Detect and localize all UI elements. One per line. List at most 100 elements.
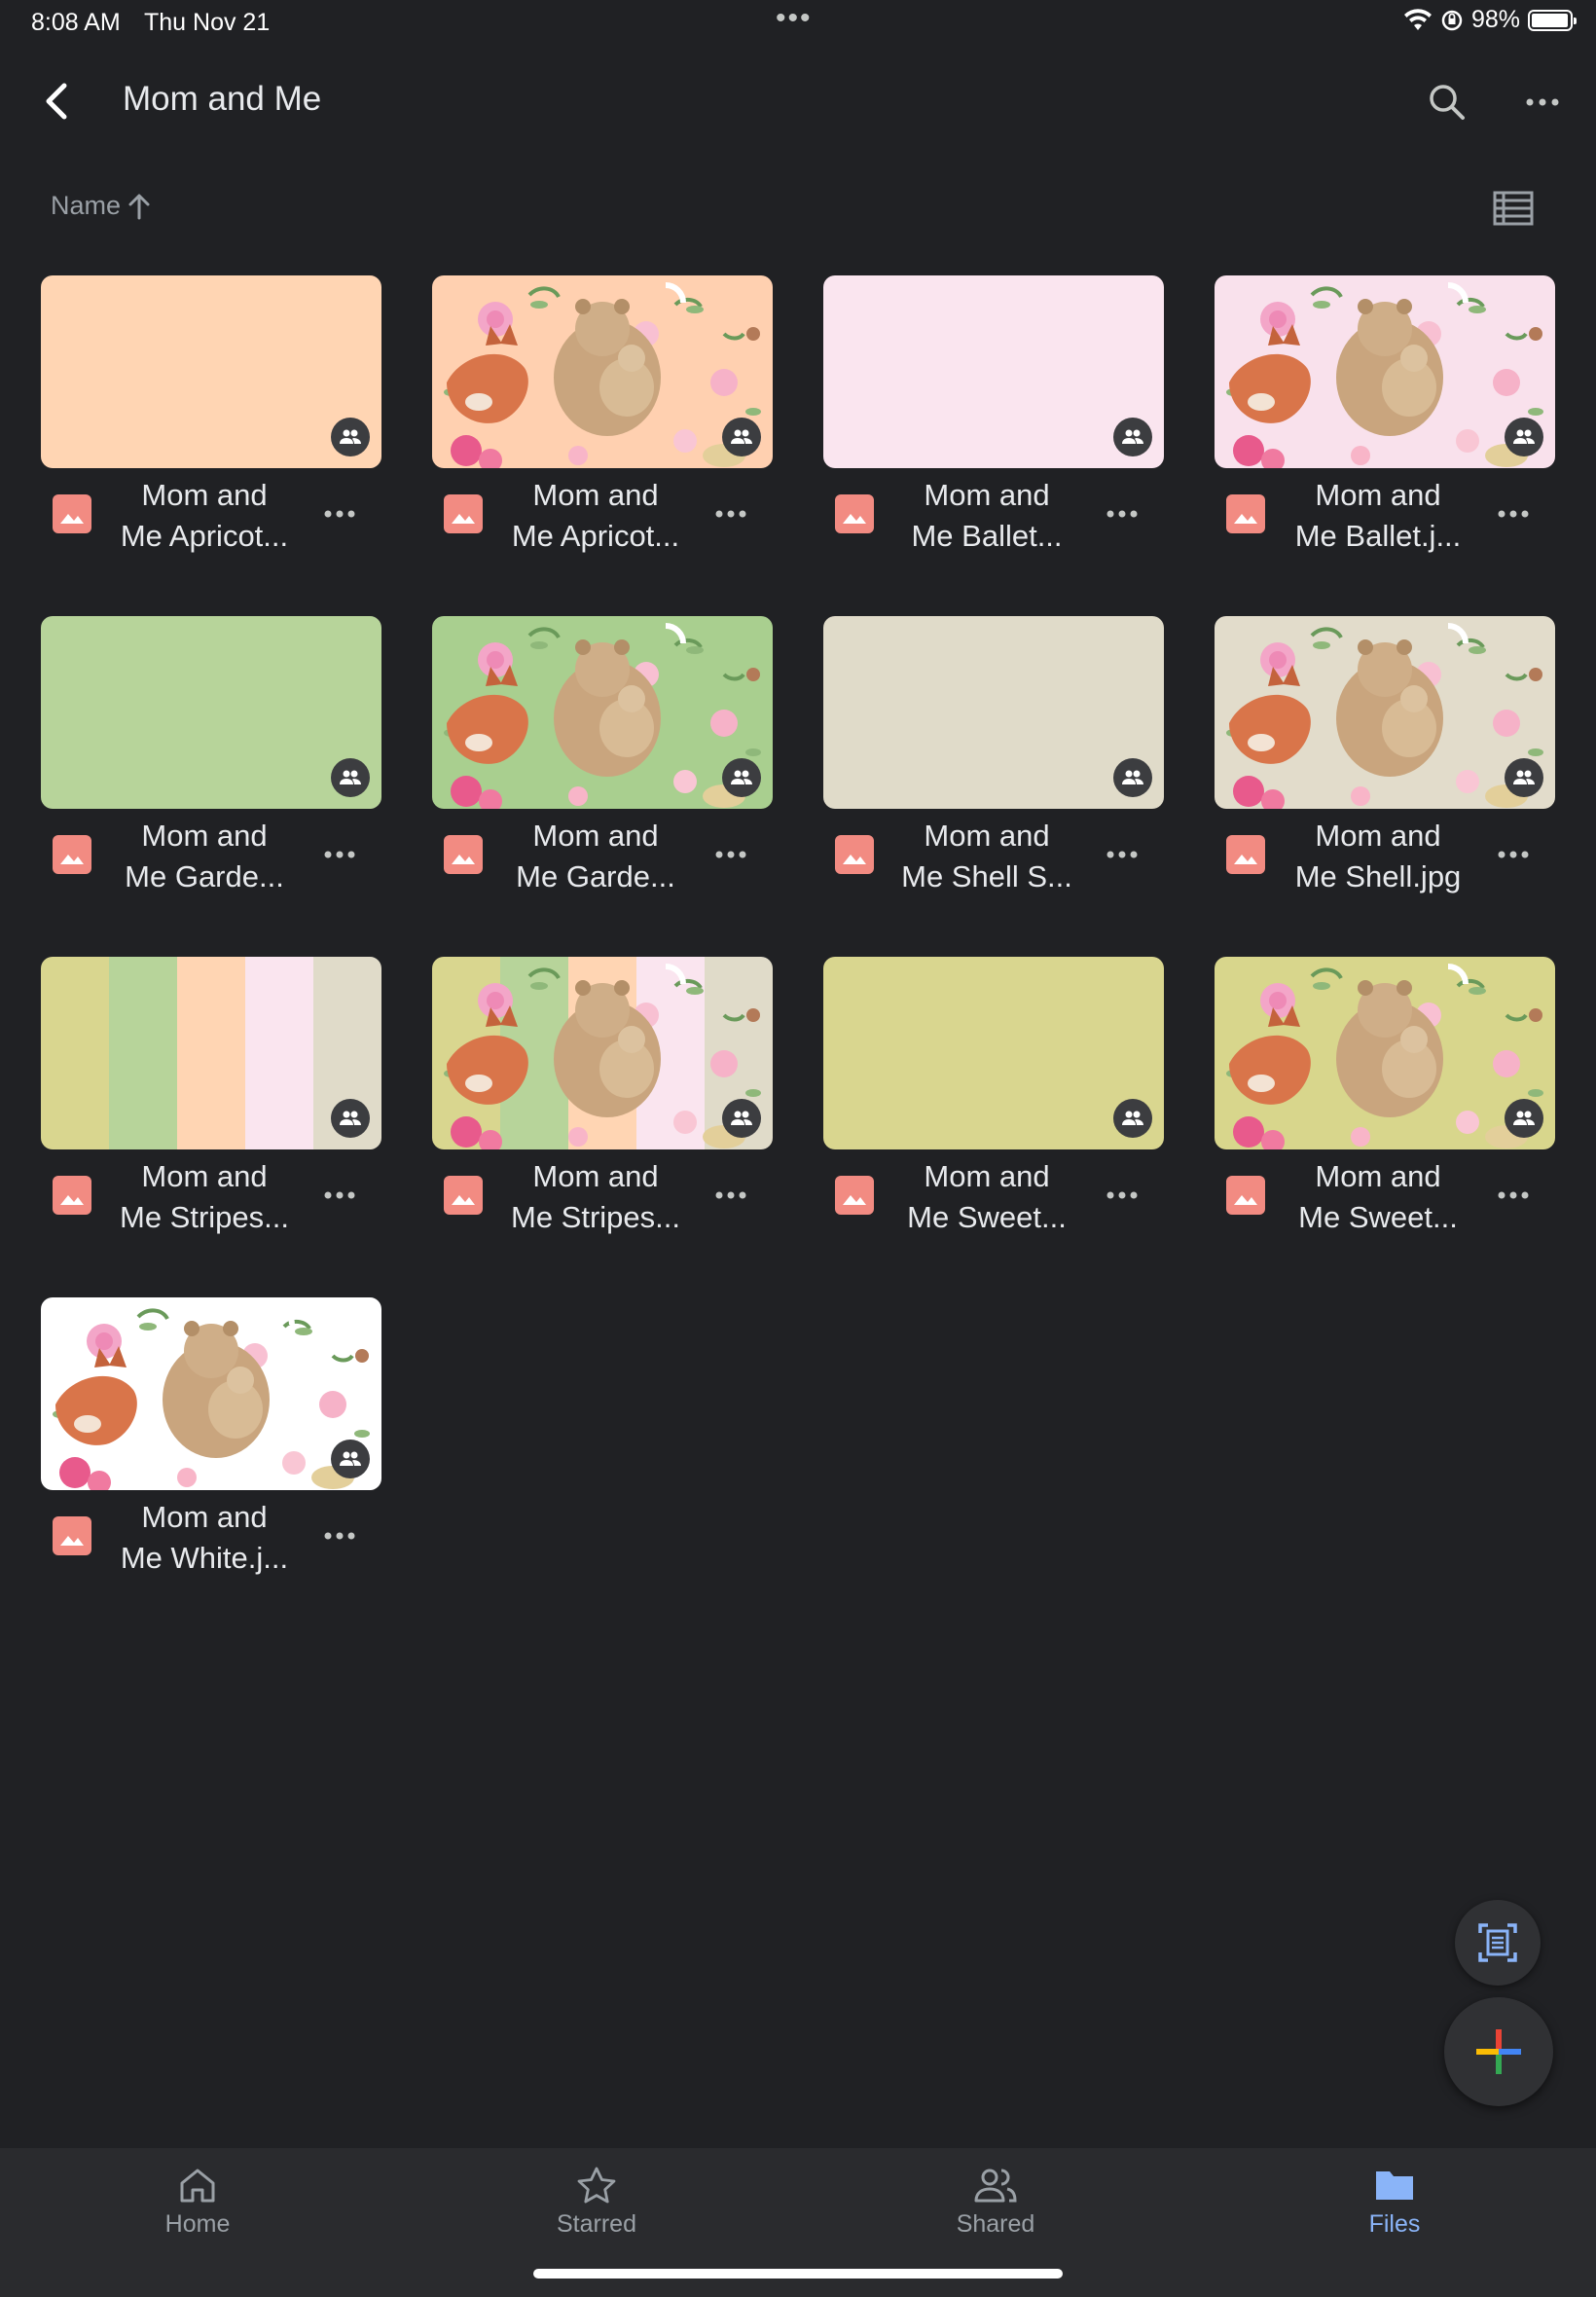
shared-badge	[331, 1440, 370, 1478]
people-icon	[731, 1111, 752, 1125]
stripe	[177, 957, 245, 1149]
file-thumbnail[interactable]	[41, 957, 381, 1149]
shared-badge	[722, 1099, 761, 1138]
page-title: Mom and Me	[123, 80, 322, 118]
plus-icon	[1476, 2029, 1521, 2074]
sort-control[interactable]: Name	[51, 191, 152, 221]
image-file-icon	[835, 835, 874, 874]
file-card[interactable]: Mom and Me Garde...	[432, 616, 773, 957]
file-thumbnail[interactable]	[41, 616, 381, 809]
file-thumbnail[interactable]	[823, 957, 1164, 1149]
file-thumbnail[interactable]	[823, 616, 1164, 809]
file-card[interactable]: Mom and Me Sweet...	[823, 957, 1164, 1297]
people-icon	[340, 1451, 361, 1466]
more-options-icon[interactable]	[1518, 78, 1567, 127]
file-more-icon[interactable]	[1489, 494, 1538, 533]
file-more-icon[interactable]	[315, 494, 364, 533]
file-thumbnail[interactable]	[432, 616, 773, 809]
people-icon	[1122, 770, 1143, 784]
file-name: Mom and Me Stripes...	[120, 1159, 289, 1234]
star-icon	[577, 2167, 616, 2204]
image-file-icon	[835, 1176, 874, 1215]
file-card[interactable]: Mom and Me White.j...	[41, 1297, 381, 1638]
file-more-icon[interactable]	[315, 1516, 364, 1555]
arrow-up-icon	[128, 194, 150, 219]
document-scan-icon	[1478, 1923, 1517, 1962]
shared-badge	[1505, 418, 1543, 456]
file-grid: Mom and Me Apricot... Mom and Me Apricot…	[41, 275, 1555, 1638]
shared-badge	[331, 418, 370, 456]
image-file-icon	[1226, 1176, 1265, 1215]
file-name: Mom and Me Sweet...	[907, 1159, 1067, 1234]
app-bar: Mom and Me	[0, 58, 1596, 146]
file-more-icon[interactable]	[707, 1176, 755, 1215]
file-more-icon[interactable]	[707, 494, 755, 533]
nav-starred-label: Starred	[557, 2210, 636, 2238]
people-icon	[340, 770, 361, 784]
people-icon	[1513, 429, 1535, 444]
image-file-icon	[1226, 835, 1265, 874]
scan-button[interactable]	[1455, 1900, 1541, 1986]
file-name: Mom and Me Shell.jpg	[1294, 819, 1462, 893]
status-date: Thu Nov 21	[144, 9, 271, 36]
file-card[interactable]: Mom and Me Stripes...	[41, 957, 381, 1297]
file-card[interactable]: Mom and Me Shell S...	[823, 616, 1164, 957]
file-more-icon[interactable]	[1489, 1176, 1538, 1215]
shared-badge	[1113, 1099, 1152, 1138]
multitasking-dots[interactable]: •••	[776, 2, 813, 35]
file-card[interactable]: Mom and Me Shell.jpg	[1215, 616, 1555, 957]
file-card[interactable]: Mom and Me Sweet...	[1215, 957, 1555, 1297]
file-name: Mom and Me Apricot...	[120, 478, 289, 553]
nav-files[interactable]: Files	[1297, 2166, 1492, 2239]
file-name: Mom and Me Garde...	[125, 819, 284, 893]
back-arrow-icon[interactable]	[35, 78, 82, 125]
people-icon	[340, 1111, 361, 1125]
shared-badge	[722, 418, 761, 456]
image-file-icon	[444, 835, 483, 874]
image-file-icon	[444, 1176, 483, 1215]
file-card[interactable]: Mom and Me Apricot...	[41, 275, 381, 616]
people-icon	[1122, 429, 1143, 444]
home-indicator[interactable]	[533, 2269, 1063, 2279]
file-card[interactable]: Mom and Me Ballet.j...	[1215, 275, 1555, 616]
home-icon	[180, 2169, 215, 2203]
stripe	[109, 957, 177, 1149]
file-more-icon[interactable]	[1098, 1176, 1146, 1215]
shared-badge	[331, 758, 370, 797]
file-card[interactable]: Mom and Me Stripes...	[432, 957, 773, 1297]
nav-shared[interactable]: Shared	[898, 2166, 1093, 2239]
file-thumbnail[interactable]	[432, 275, 773, 468]
file-thumbnail[interactable]	[432, 957, 773, 1149]
people-icon	[974, 2169, 1017, 2203]
file-card[interactable]: Mom and Me Ballet...	[823, 275, 1164, 616]
new-button[interactable]	[1444, 1997, 1553, 2106]
file-name: Mom and Me Stripes...	[511, 1159, 680, 1234]
file-card[interactable]: Mom and Me Garde...	[41, 616, 381, 957]
people-icon	[340, 429, 361, 444]
nav-home-label: Home	[164, 2210, 231, 2238]
nav-home[interactable]: Home	[100, 2166, 295, 2239]
file-card[interactable]: Mom and Me Apricot...	[432, 275, 773, 616]
file-more-icon[interactable]	[315, 835, 364, 874]
file-name: Mom and Me Apricot...	[511, 478, 680, 553]
file-more-icon[interactable]	[1098, 835, 1146, 874]
file-thumbnail[interactable]	[41, 275, 381, 468]
list-view-icon[interactable]	[1491, 189, 1536, 228]
file-more-icon[interactable]	[707, 835, 755, 874]
file-thumbnail[interactable]	[1215, 957, 1555, 1149]
search-icon[interactable]	[1423, 78, 1471, 127]
file-thumbnail[interactable]	[823, 275, 1164, 468]
status-right: 98%	[1403, 6, 1577, 34]
shared-badge	[1113, 418, 1152, 456]
shared-badge	[1113, 758, 1152, 797]
file-name: Mom and Me Garde...	[516, 819, 675, 893]
nav-starred[interactable]: Starred	[499, 2166, 694, 2239]
image-file-icon	[1226, 494, 1265, 533]
file-more-icon[interactable]	[1489, 835, 1538, 874]
file-thumbnail[interactable]	[1215, 616, 1555, 809]
file-thumbnail[interactable]	[41, 1297, 381, 1490]
file-more-icon[interactable]	[1098, 494, 1146, 533]
file-more-icon[interactable]	[315, 1176, 364, 1215]
file-thumbnail[interactable]	[1215, 275, 1555, 468]
people-icon	[731, 770, 752, 784]
